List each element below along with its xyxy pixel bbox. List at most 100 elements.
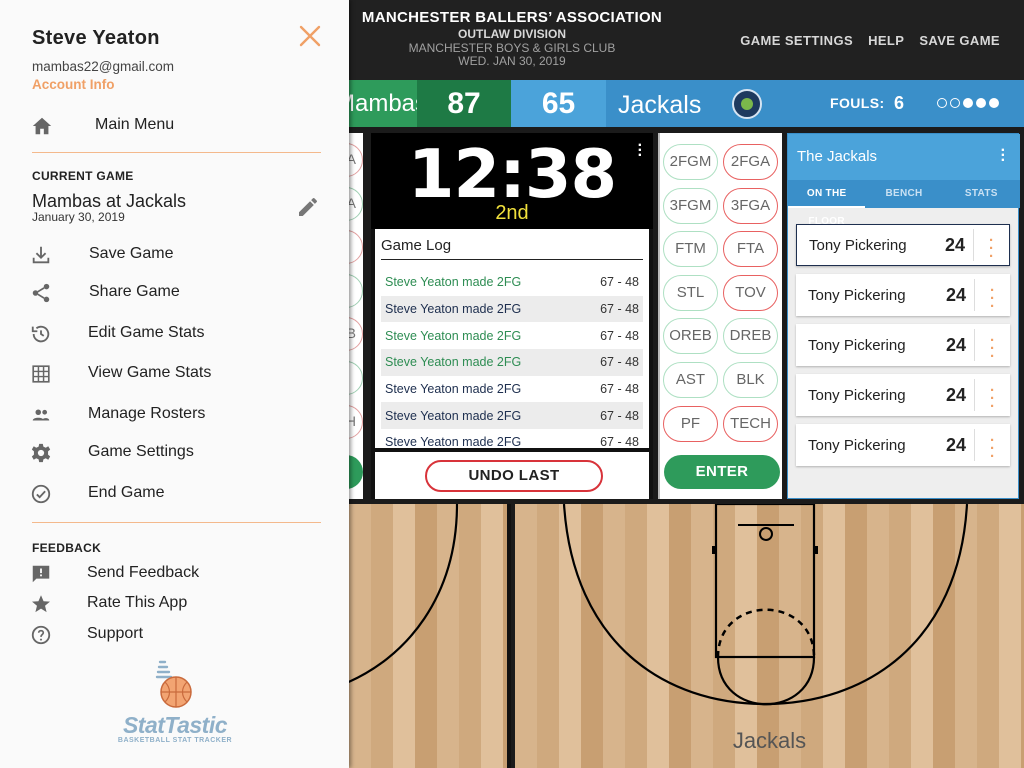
drawer-item-support[interactable]: Support: [30, 621, 330, 649]
drawer-item-edit-game-stats[interactable]: Edit Game Stats: [30, 320, 330, 348]
player-name: Tony Pickering: [808, 386, 906, 404]
roster-team-name: The Jackals: [797, 148, 878, 165]
more-vert-icon[interactable]: · · ·: [974, 429, 1010, 464]
gear-icon: [31, 443, 51, 463]
stat-button-pf[interactable]: PF: [663, 405, 718, 442]
roster-panel: The Jackals · · · ON THE FLOOR BENCH STATS T…: [787, 133, 1020, 499]
drawer-item-label: Send Feedback: [87, 564, 200, 581]
more-vert-icon[interactable]: · · ·: [973, 229, 1009, 264]
edit-pencil-icon[interactable]: [296, 195, 320, 219]
account-info-link[interactable]: Account Info: [32, 77, 115, 92]
player-card[interactable]: Tony Pickering 24 · · ·: [796, 274, 1010, 316]
more-vert-icon[interactable]: · · ·: [974, 279, 1010, 314]
game-log-row[interactable]: Steve Yeaton made 2FG 67 - 48: [381, 376, 643, 403]
venue-name: MANCHESTER BOYS & GIRLS CLUB: [408, 41, 616, 55]
drawer-item-save-game[interactable]: Save Game: [30, 241, 330, 269]
player-number: 24: [945, 384, 966, 405]
feedback-header: FEEDBACK: [32, 541, 102, 555]
drawer-item-label: Manage Rosters: [88, 405, 206, 422]
people-icon: [32, 409, 50, 421]
stat-button-blk[interactable]: BLK: [723, 362, 778, 398]
current-game-header: CURRENT GAME: [32, 169, 134, 183]
stat-button-dreb[interactable]: DREB: [723, 318, 778, 355]
more-vert-icon[interactable]: · · ·: [1001, 143, 1006, 169]
stat-button-2fgm[interactable]: 2FGM: [663, 144, 718, 180]
roster-tab-stats[interactable]: STATS: [943, 180, 1020, 208]
stat-button-tech[interactable]: TECH: [723, 405, 778, 442]
game-log-list[interactable]: Steve Yeaton made 2FG 67 - 48 Steve Yeaton…: [381, 269, 643, 448]
team-logo: [732, 89, 762, 119]
player-card[interactable]: Tony Pickering 24 · · ·: [796, 374, 1010, 416]
stat-button-stl[interactable]: STL: [663, 274, 718, 311]
scoreboard: Mambas 87 65 Jackals FOULS: 6: [349, 80, 1024, 127]
more-vert-icon[interactable]: · · ·: [638, 138, 643, 164]
stat-button-oreb[interactable]: OREB: [663, 318, 718, 355]
game-settings-link[interactable]: GAME SETTINGS: [740, 33, 853, 48]
court[interactable]: Jackals: [349, 504, 1024, 768]
brand-tagline: BASKETBALL STAT TRACKER: [117, 737, 233, 744]
fouls-count: 6: [894, 93, 905, 113]
stat-button-tov[interactable]: TOV: [723, 274, 778, 311]
drawer-item-game-settings[interactable]: Game Settings: [30, 439, 330, 467]
stat-button-2fga[interactable]: 2FGA: [723, 144, 778, 180]
player-name: Tony Pickering: [809, 236, 907, 254]
log-entry-text: Steve Yeaton made 2FG: [385, 275, 522, 290]
fouls-label: FOULS:: [830, 95, 885, 111]
roster-tab-on-the-floor[interactable]: ON THE FLOOR: [788, 180, 866, 227]
game-log-row[interactable]: Steve Yeaton made 2FG 67 - 48: [381, 322, 643, 349]
drawer-item-rate-this-app[interactable]: Rate This App: [30, 590, 330, 618]
player-card[interactable]: Tony Pickering 24 · · ·: [796, 224, 1010, 266]
court-left-half[interactable]: [349, 504, 511, 768]
enter-button[interactable]: ENTER: [664, 455, 780, 489]
log-entry-score: 67 - 48: [600, 382, 639, 397]
period-label: 2nd: [495, 202, 529, 224]
more-vert-icon[interactable]: · · ·: [974, 329, 1010, 364]
drawer-item-label: View Game Stats: [88, 364, 212, 381]
game-log-row[interactable]: Steve Yeaton made 2FG 67 - 48: [381, 295, 643, 323]
stat-button-ftm[interactable]: FTM: [663, 231, 718, 268]
court-right-half[interactable]: Jackals: [515, 504, 1024, 768]
close-icon[interactable]: [298, 24, 322, 48]
league-info: MANCHESTER BALLERS’ ASSOCIATION OUTLAW D…: [349, 10, 675, 67]
current-game-title: Mambas at Jackals: [32, 191, 187, 211]
grid-icon: [32, 365, 50, 383]
foul-indicator: [937, 98, 999, 108]
drawer-item-label: Game Settings: [88, 443, 194, 460]
undo-last-button[interactable]: UNDO LAST: [425, 460, 603, 492]
game-log-row[interactable]: Steve Yeaton made 2FG 67 - 48: [381, 349, 643, 376]
player-card[interactable]: Tony Pickering 24 · · ·: [796, 424, 1010, 466]
drawer-item-label: Support: [87, 625, 144, 642]
home-team-name: Mambas: [349, 80, 417, 127]
roster-header: The Jackals · · ·: [788, 134, 1020, 180]
roster-tab-bench[interactable]: BENCH: [865, 180, 942, 208]
log-entry-score: 67 - 48: [600, 275, 639, 290]
log-entry-score: 67 - 48: [600, 435, 639, 448]
divider: [32, 152, 321, 153]
game-log-row[interactable]: Steve Yeaton made 2FG 67 - 48: [381, 269, 643, 296]
foul-dot: [950, 98, 960, 108]
player-card[interactable]: Tony Pickering 24 · · ·: [796, 324, 1010, 366]
drawer-item-label: Share Game: [89, 283, 180, 300]
drawer-item-end-game[interactable]: End Game: [30, 480, 330, 508]
stat-button-fta[interactable]: FTA: [723, 231, 778, 268]
user-name: Steve Yeaton: [32, 27, 160, 49]
game-log-row[interactable]: Steve Yeaton made 2FG 67 - 48: [381, 402, 643, 430]
help-link[interactable]: HELP: [868, 33, 904, 48]
drawer-item-send-feedback[interactable]: Send Feedback: [30, 560, 330, 588]
stat-button-ast[interactable]: AST: [663, 362, 718, 398]
game-log-row[interactable]: Steve Yeaton made 2FG 67 - 48: [381, 429, 643, 448]
drawer-item-manage-rosters[interactable]: Manage Rosters: [30, 401, 330, 429]
drawer-item-view-game-stats[interactable]: View Game Stats: [30, 360, 330, 388]
foul-dot: [989, 98, 999, 108]
divider: [32, 522, 321, 523]
log-entry-text: Steve Yeaton made 2FG: [385, 435, 522, 448]
player-number: 24: [945, 434, 966, 455]
game-clock-panel[interactable]: 12:38 2nd · · ·: [371, 133, 653, 229]
main-menu-item[interactable]: Main Menu: [30, 112, 330, 140]
more-vert-icon[interactable]: · · ·: [974, 379, 1010, 414]
stat-button-3fgm[interactable]: 3FGM: [663, 187, 718, 224]
drawer-item-share-game[interactable]: Share Game: [30, 279, 330, 307]
stat-button-3fga[interactable]: 3FGA: [723, 187, 778, 224]
roster-tabs: ON THE FLOOR BENCH STATS: [788, 180, 1020, 227]
save-game-link[interactable]: SAVE GAME: [919, 33, 1000, 48]
